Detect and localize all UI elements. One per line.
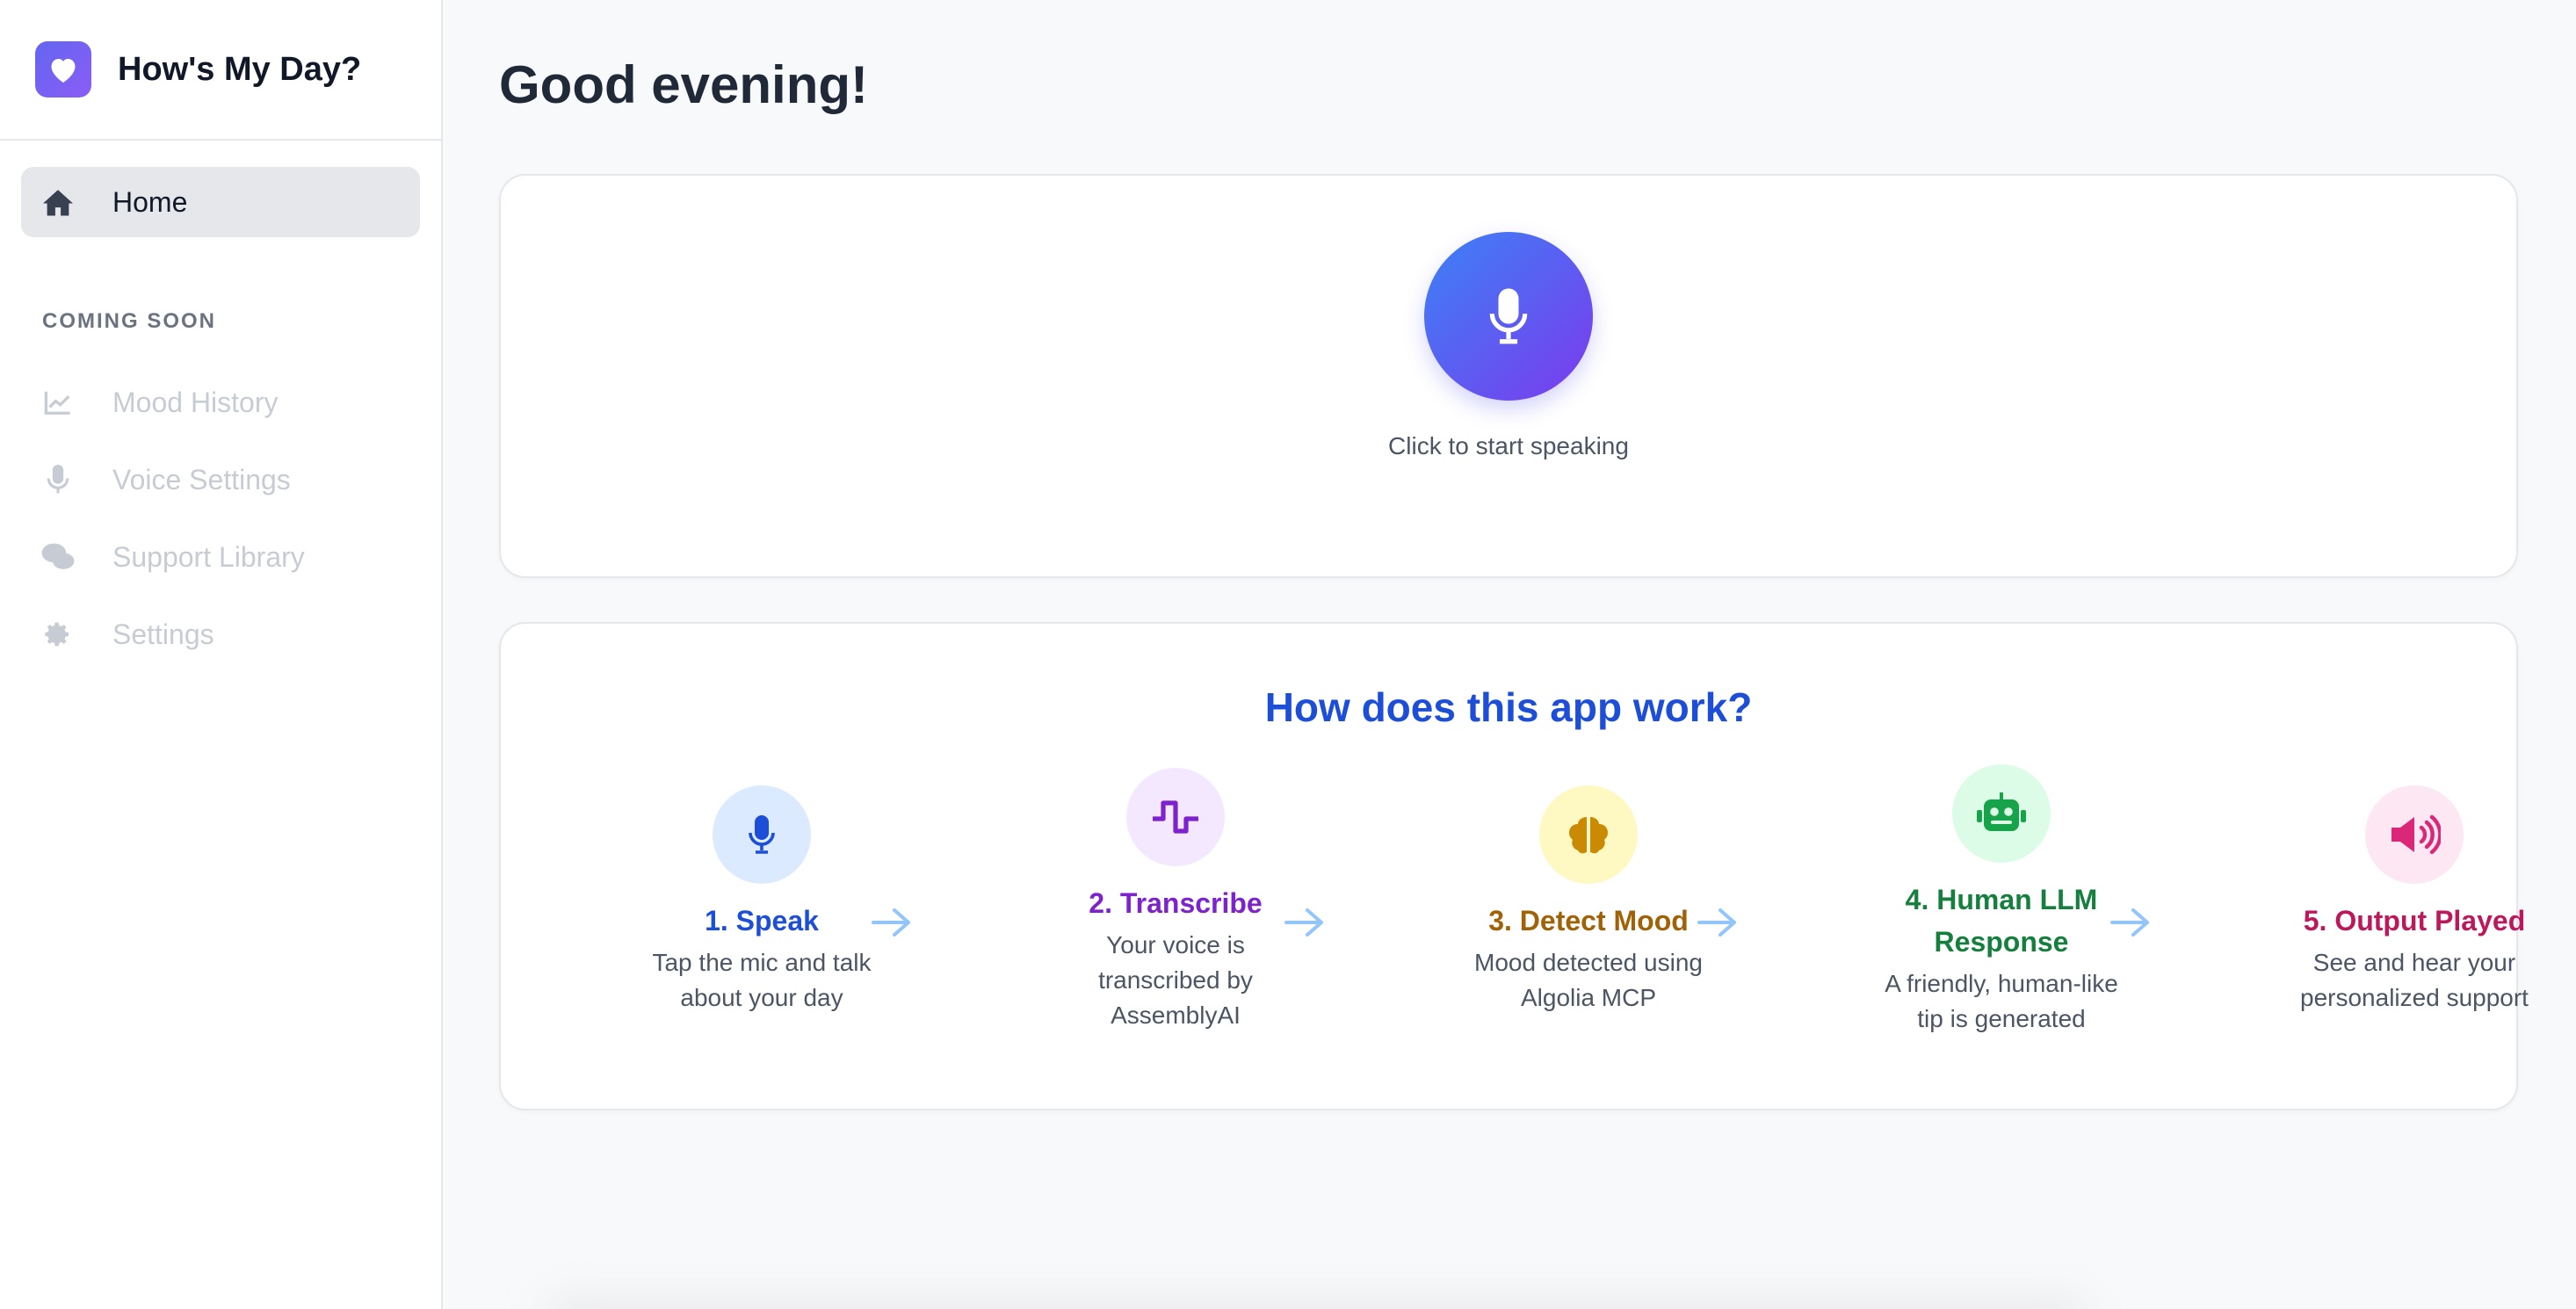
step-desc-line: A friendly, human-like bbox=[1885, 970, 2118, 997]
step-desc-line: Mood detected using bbox=[1474, 949, 1703, 976]
mic-hint: Click to start speaking bbox=[1388, 432, 1629, 459]
step-desc: Tap the mic and talk about your day bbox=[630, 945, 894, 1016]
step-desc: Your voice is transcribed by AssemblyAI bbox=[1044, 928, 1307, 1033]
brand: How's My Day? bbox=[0, 0, 441, 141]
gear-icon bbox=[40, 617, 76, 652]
robot-icon bbox=[1952, 764, 2051, 863]
sidebar-item-mood-history: Mood History bbox=[21, 364, 420, 441]
sidebar-item-label: Mood History bbox=[112, 386, 279, 418]
home-icon bbox=[40, 184, 76, 220]
step-desc: Mood detected using Algolia MCP bbox=[1457, 945, 1720, 1016]
step-transcribe: 2. Transcribe Your voice is transcribed … bbox=[1044, 768, 1307, 1033]
heart-icon bbox=[35, 41, 91, 98]
speaker-icon bbox=[2365, 785, 2464, 884]
waveform-icon bbox=[1126, 768, 1225, 866]
step-title: 2. Transcribe bbox=[1089, 887, 1263, 919]
step-desc-line: See and hear your bbox=[2312, 949, 2516, 976]
step-desc: A friendly, human-like tip is generated bbox=[1870, 966, 2133, 1037]
how-it-works-card: How does this app work? 1. Speak Tap the… bbox=[499, 622, 2529, 1110]
how-it-works-title: How does this app work? bbox=[1264, 684, 1753, 730]
step-title: 3. Detect Mood bbox=[1488, 905, 1689, 937]
sidebar-item-settings: Settings bbox=[21, 596, 420, 673]
step-desc-line: personalized support bbox=[2300, 984, 2529, 1011]
arrow-right-icon bbox=[1284, 908, 1323, 937]
step-title: 4. Human LLM Response bbox=[1870, 879, 2133, 963]
sidebar-item-label: Voice Settings bbox=[112, 463, 291, 495]
mic-card: Click to start speaking bbox=[499, 174, 2518, 578]
arrow-right-icon bbox=[2110, 908, 2149, 937]
microphone-icon bbox=[713, 785, 811, 884]
step-desc: See and hear your personalized support bbox=[2283, 945, 2546, 1016]
start-speaking-button[interactable] bbox=[1424, 232, 1593, 401]
step-llm-response: 4. Human LLM Response A friendly, human-… bbox=[1870, 764, 2133, 1037]
arrow-right-icon bbox=[872, 908, 910, 937]
step-title: 1. Speak bbox=[705, 905, 819, 937]
bottom-panel-shadow bbox=[548, 1300, 2084, 1309]
arrow-right-icon bbox=[1697, 908, 1736, 937]
step-output-played: 5. Output Played See and hear your perso… bbox=[2283, 785, 2546, 1016]
microphone-icon bbox=[1489, 288, 1528, 344]
step-speak: 1. Speak Tap the mic and talk about your… bbox=[630, 785, 894, 1016]
microphone-icon bbox=[40, 462, 76, 497]
step-desc-line: about your day bbox=[680, 984, 843, 1011]
brain-icon bbox=[1539, 785, 1638, 884]
sidebar: How's My Day? Home COMING SOON Mood Hist… bbox=[0, 0, 443, 1309]
app-root: How's My Day? Home COMING SOON Mood Hist… bbox=[0, 0, 2576, 1309]
sidebar-item-label: Settings bbox=[112, 618, 214, 650]
step-desc-line: AssemblyAI bbox=[1111, 1002, 1241, 1029]
step-desc-line: Algolia MCP bbox=[1520, 984, 1657, 1011]
step-title-line: Response bbox=[1934, 926, 2069, 958]
sidebar-item-voice-settings: Voice Settings bbox=[21, 441, 420, 518]
app-title: How's My Day? bbox=[118, 50, 362, 88]
step-detect-mood: 3. Detect Mood Mood detected using Algol… bbox=[1457, 785, 1720, 1016]
chart-line-icon bbox=[40, 385, 76, 420]
step-desc-line: Your voice is bbox=[1106, 931, 1245, 958]
section-label-coming-soon: COMING SOON bbox=[42, 309, 217, 333]
step-desc-line: Tap the mic and talk bbox=[652, 949, 872, 976]
step-title-line: 4. Human LLM bbox=[1905, 884, 2098, 915]
sidebar-item-label: Home bbox=[112, 185, 188, 218]
comments-icon bbox=[40, 539, 76, 575]
step-desc-line: transcribed by bbox=[1098, 966, 1253, 994]
page-title: Good evening! bbox=[499, 55, 868, 114]
sidebar-item-support-library: Support Library bbox=[21, 518, 420, 596]
sidebar-item-home[interactable]: Home bbox=[21, 167, 420, 237]
step-desc-line: tip is generated bbox=[1917, 1005, 2086, 1032]
sidebar-item-label: Support Library bbox=[112, 540, 305, 573]
sidebar-nav: Home COMING SOON Mood History Voice Sett… bbox=[0, 141, 441, 699]
steps: 1. Speak Tap the mic and talk about your… bbox=[501, 764, 2529, 1072]
main-content: Good evening! Click to start speaking Ho… bbox=[443, 0, 2576, 1309]
step-title: 5. Output Played bbox=[2303, 905, 2526, 937]
